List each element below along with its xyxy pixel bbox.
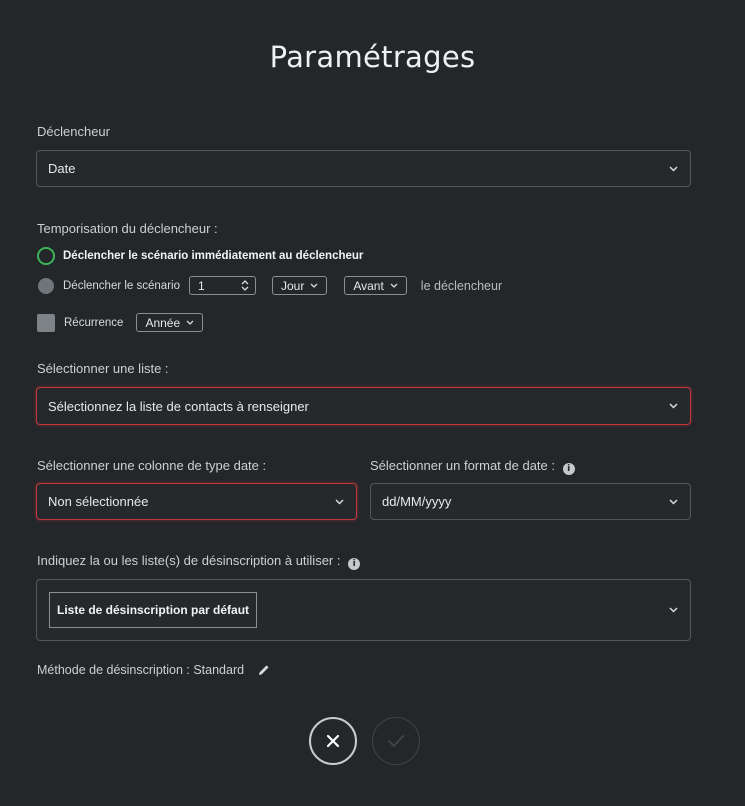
check-icon (388, 735, 404, 748)
recurrence-row[interactable]: Récurrence Année (37, 313, 204, 332)
date-format-label-wrap: Sélectionner un format de date : i (370, 458, 575, 475)
radio-immediate[interactable] (37, 247, 55, 265)
pencil-icon[interactable] (257, 663, 271, 677)
confirm-button[interactable] (372, 717, 420, 765)
chevron-down-icon (390, 283, 398, 288)
delay-number-input[interactable]: 1 (188, 276, 256, 295)
info-icon[interactable]: i (562, 463, 575, 475)
chevron-down-icon (668, 401, 678, 411)
delay-suffix: le déclencheur (420, 278, 503, 293)
recurrence-value: Année (145, 315, 181, 330)
trigger-value: Date (48, 161, 76, 176)
unsubscribe-list-tag[interactable]: Liste de désinscription par défaut (49, 592, 258, 628)
date-column-select[interactable]: Non sélectionnée (36, 483, 357, 520)
timing-option-immediate[interactable]: Déclencher le scénario immédiatement au … (37, 247, 363, 265)
close-icon (326, 734, 340, 748)
direction-select[interactable]: Avant (344, 276, 407, 295)
timing-label: Temporisation du déclencheur : (37, 221, 218, 236)
info-icon[interactable]: i (348, 558, 361, 570)
date-format-value: dd/MM/yyyy (382, 494, 452, 509)
chevron-down-icon (668, 497, 678, 507)
chevron-down-icon (310, 283, 318, 288)
chevron-down-icon (668, 164, 678, 174)
unsubscribe-label: Indiquez la ou les liste(s) de désinscri… (37, 553, 341, 568)
option-immediate-label: Déclencher le scénario immédiatement au … (63, 250, 364, 262)
date-format-label: Sélectionner un format de date : (370, 458, 556, 473)
unsubscribe-method: Méthode de désinscription : Standard (37, 663, 245, 677)
unsubscribe-list-select[interactable]: Liste de désinscription par défaut (36, 579, 691, 641)
trigger-label: Déclencheur (37, 124, 110, 139)
list-label: Sélectionner une liste : (37, 361, 169, 376)
direction-value: Avant (353, 278, 384, 293)
option-delayed-label: Déclencher le scénario (63, 279, 180, 292)
unsubscribe-method-row: Méthode de désinscription : Standard (37, 663, 271, 677)
radio-delayed[interactable] (38, 277, 54, 294)
page-title: Paramétrages (269, 40, 476, 74)
date-column-value: Non sélectionnée (48, 494, 149, 509)
date-format-select[interactable]: dd/MM/yyyy (370, 483, 691, 520)
recurrence-label: Récurrence (64, 316, 124, 329)
trigger-select[interactable]: Date (36, 150, 691, 187)
unit-select[interactable]: Jour (271, 276, 328, 295)
recurrence-checkbox[interactable] (37, 313, 55, 332)
chevron-down-icon (334, 497, 344, 507)
chevron-down-icon (186, 320, 194, 325)
unsubscribe-label-wrap: Indiquez la ou les liste(s) de désinscri… (37, 553, 361, 570)
cancel-button[interactable] (309, 717, 357, 765)
contact-list-placeholder: Sélectionnez la liste de contacts à rens… (48, 398, 309, 414)
chevron-down-icon (668, 605, 678, 615)
stepper-icon[interactable] (241, 279, 249, 295)
settings-panel: Paramétrages Déclencheur Date Temporisat… (0, 0, 745, 806)
contact-list-select[interactable]: Sélectionnez la liste de contacts à rens… (36, 387, 691, 425)
date-column-label: Sélectionner une colonne de type date : (37, 458, 267, 473)
unit-value: Jour (280, 278, 305, 293)
recurrence-select[interactable]: Année (136, 313, 204, 332)
delay-value: 1 (197, 278, 205, 293)
timing-option-delayed[interactable]: Déclencher le scénario 1 Jour Avant le d… (37, 276, 502, 295)
